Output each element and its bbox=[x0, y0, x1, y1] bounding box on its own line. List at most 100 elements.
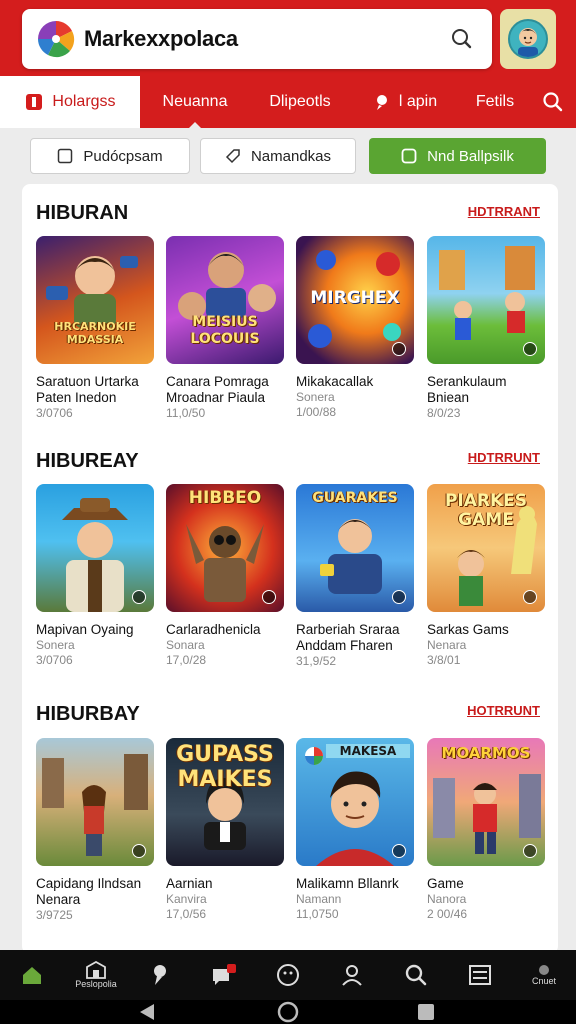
game-badge-icon bbox=[523, 342, 537, 356]
search-icon[interactable] bbox=[448, 25, 476, 53]
game-thumb-title: GUPASS MAIKES bbox=[176, 742, 274, 792]
nav-label: Peslopolia bbox=[75, 979, 117, 989]
filter-label: Nnd Ballpsilk bbox=[427, 147, 514, 165]
bookmark-icon bbox=[26, 94, 43, 110]
game-tile[interactable]: Capidang Ilndsan Nenara 3/9725 bbox=[36, 738, 154, 923]
game-tile[interactable]: HIBBEO Carlaradhenicla Sonara 17,0/28 bbox=[166, 484, 284, 668]
app-title: Markexxpolaca bbox=[84, 26, 238, 51]
game-name: Carlaradhenicla bbox=[166, 622, 261, 637]
game-thumb-title: MEISIUS LOCOUIS bbox=[190, 314, 260, 347]
game-name: Rarberiah Sraraa Anddam Fharen bbox=[296, 622, 400, 653]
game-count: 11,0/50 bbox=[166, 406, 206, 420]
game-tile[interactable]: MIRGHEX Mikakacallak Sonera 1/00/88 bbox=[296, 236, 414, 420]
section-title: HIBURBAY bbox=[36, 703, 140, 725]
tab-label: Holargss bbox=[52, 93, 116, 110]
pin-icon bbox=[154, 965, 166, 985]
nav-store[interactable]: Peslopolia bbox=[71, 950, 121, 1000]
category-tabs: Holargss Neuanna Dlipeotls l apin Fetils bbox=[0, 76, 576, 129]
filter-button-2[interactable]: Namandkas bbox=[200, 138, 356, 174]
game-subtitle: Nenara bbox=[427, 638, 467, 652]
tab-label: Dlipeotls bbox=[269, 93, 331, 110]
nav-smiley[interactable] bbox=[263, 950, 313, 1000]
game-subtitle: Nanora bbox=[427, 892, 467, 906]
game-tile[interactable]: MOARMOS Game Nanora 2 00/46 bbox=[427, 738, 545, 922]
game-count: 11,0750 bbox=[296, 907, 339, 921]
nav-label: Cnuet bbox=[531, 976, 557, 986]
game-thumbnail: PIARKES GAME bbox=[427, 484, 545, 612]
game-count: 31,9/52 bbox=[296, 654, 337, 668]
game-badge-icon bbox=[523, 590, 537, 604]
game-thumbnail bbox=[36, 738, 154, 866]
game-tile[interactable]: GUARAKES Rarberiah Sraraa Anddam Fharen … bbox=[296, 484, 414, 669]
nav-notifications[interactable] bbox=[199, 950, 249, 1000]
game-badge-icon bbox=[392, 342, 406, 356]
game-count: 3/0706 bbox=[36, 653, 73, 667]
tab-label: Fetils bbox=[475, 93, 515, 110]
game-name: Game bbox=[427, 876, 464, 891]
tag-icon bbox=[225, 149, 240, 164]
filter-label: Namandkas bbox=[250, 147, 332, 165]
person-icon bbox=[342, 965, 362, 986]
game-tile[interactable]: MEISIUS LOCOUIS Canara Pomraga Mroadnar … bbox=[166, 236, 284, 421]
section-see-all-link[interactable]: HDTRRUNT bbox=[468, 450, 540, 465]
tab-lapin[interactable]: l apin bbox=[350, 76, 460, 128]
game-badge-icon bbox=[132, 590, 146, 604]
nav-pin[interactable] bbox=[135, 950, 185, 1000]
game-thumb-title: GUARAKES bbox=[312, 490, 398, 506]
system-nav-bar bbox=[0, 1000, 576, 1024]
game-subtitle: Kanvira bbox=[166, 892, 207, 906]
tab-neuanna[interactable]: Neuanna bbox=[140, 76, 250, 129]
game-name: Mikakacallak bbox=[296, 374, 374, 389]
game-tile[interactable]: GUPASS MAIKES Aarnian Kanvira 17,0/56 bbox=[166, 738, 284, 922]
nav-profile[interactable] bbox=[327, 950, 377, 1000]
tab-fetils[interactable]: Fetils bbox=[460, 76, 530, 128]
profile-button[interactable] bbox=[500, 9, 556, 69]
game-count: 17,0/28 bbox=[166, 653, 207, 667]
game-tile[interactable]: HRCARNOKIE MDASSIA Saratuon Urtarka Pate… bbox=[36, 236, 154, 421]
home-icon bbox=[23, 967, 41, 984]
smiley-icon bbox=[277, 964, 299, 986]
section-see-all-link[interactable]: HDTRRANT bbox=[468, 204, 540, 219]
tab-holargss[interactable]: Holargss bbox=[0, 76, 140, 128]
game-name: Malikamn Bllanrk bbox=[296, 876, 399, 891]
game-thumb-title: MAKESA bbox=[326, 744, 410, 758]
app-header: Markexxpolaca bbox=[0, 0, 576, 76]
game-count: 3/9725 bbox=[36, 908, 73, 922]
game-thumb-title: MOARMOS bbox=[441, 744, 531, 762]
list-icon bbox=[469, 965, 491, 985]
game-tile[interactable]: MAKESA Malikamn Bllanrk Namann 11,0750 bbox=[296, 738, 414, 922]
checkbox-icon bbox=[401, 148, 417, 164]
games-card: HIBURAN HDTRRANT HRCARNOKIE MDASSIA Sara… bbox=[22, 184, 558, 954]
tab-label: Neuanna bbox=[162, 93, 228, 110]
section-see-all-link[interactable]: HOTRRUNT bbox=[467, 703, 540, 718]
filter-button-1[interactable]: Pudócpsam bbox=[30, 138, 190, 174]
game-subtitle: Sonera bbox=[36, 638, 75, 652]
avatar bbox=[508, 19, 548, 59]
game-tile[interactable]: PIARKES GAME Sarkas Gams Nenara 3/8/01 bbox=[427, 484, 545, 668]
tab-dlipeotls[interactable]: Dlipeotls bbox=[250, 76, 350, 128]
game-thumbnail: HRCARNOKIE MDASSIA bbox=[36, 236, 154, 364]
back-icon[interactable] bbox=[140, 1004, 154, 1020]
filter-label: Pudócpsam bbox=[83, 147, 163, 165]
search-bar[interactable]: Markexxpolaca bbox=[22, 9, 492, 69]
app-logo-icon bbox=[38, 21, 75, 58]
recents-icon[interactable] bbox=[418, 1004, 434, 1020]
home-button-icon[interactable] bbox=[277, 1001, 299, 1023]
game-badge-icon bbox=[523, 844, 537, 858]
game-count: 3/0706 bbox=[36, 406, 73, 420]
tab-search[interactable] bbox=[530, 76, 576, 128]
nav-list[interactable] bbox=[455, 950, 505, 1000]
game-thumbnail: GUARAKES bbox=[296, 484, 414, 612]
game-thumb-title: HIBBEO bbox=[188, 488, 262, 508]
game-subtitle: Sonara bbox=[166, 638, 205, 652]
nav-more[interactable]: Cnuet bbox=[519, 950, 569, 1000]
game-tile[interactable]: Mapivan Oyaing Sonera 3/0706 bbox=[36, 484, 154, 668]
game-thumbnail bbox=[36, 484, 154, 612]
notifications-icon bbox=[213, 964, 236, 985]
game-count: 17,0/56 bbox=[166, 907, 207, 921]
game-tile[interactable]: Serankulaum Bniean 8/0/23 bbox=[427, 236, 545, 421]
nav-search[interactable] bbox=[391, 950, 441, 1000]
filter-button-3[interactable]: Nnd Ballpsilk bbox=[369, 138, 546, 174]
bottom-nav: Peslopolia Cnuet bbox=[0, 950, 576, 1000]
nav-home[interactable] bbox=[7, 950, 57, 1000]
